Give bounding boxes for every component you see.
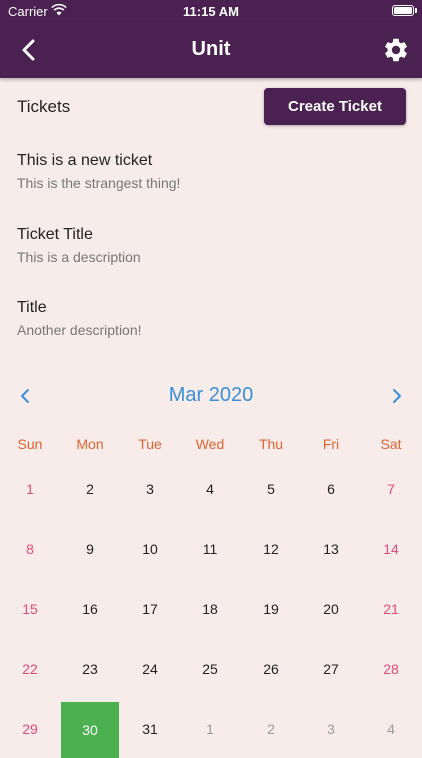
calendar-month-label: Mar 2020 [168,384,254,406]
ticket-item[interactable]: This is a new ticket This is the strange… [17,151,407,192]
nav-bar: Unit [0,22,422,78]
calendar-day[interactable]: 4 [181,465,239,513]
calendar-day[interactable]: 8 [1,525,59,573]
calendar-header: Mar 2020 [0,380,422,412]
calendar-day[interactable]: 5 [242,465,300,513]
ticket-description: This is a description [17,249,141,265]
create-ticket-button[interactable]: Create Ticket [264,88,406,125]
calendar-day[interactable]: 4 [362,705,420,753]
next-month-chevron-right-icon[interactable] [387,384,407,408]
calendar-day[interactable]: 11 [181,525,239,573]
calendar-day[interactable]: 3 [302,705,360,753]
weekday-label: Tue [138,436,162,452]
ticket-item[interactable]: Ticket Title This is a description [17,225,407,266]
calendar-day[interactable]: 6 [302,465,360,513]
calendar-day[interactable]: 25 [181,645,239,693]
ticket-item[interactable]: Title Another description! [17,298,407,339]
weekday-label: Wed [195,436,225,452]
calendar-day[interactable]: 27 [302,645,360,693]
calendar-day[interactable]: 1 [1,465,59,513]
tickets-label: Tickets [17,97,71,116]
weekday-label: Thu [258,436,284,452]
weekday-label: Fri [322,436,340,452]
ticket-title: Ticket Title [17,226,93,243]
ticket-description: Another description! [17,322,142,338]
calendar-day[interactable]: 26 [242,645,300,693]
calendar-day[interactable]: 22 [1,645,59,693]
ticket-description: This is the strangest thing! [17,175,181,191]
calendar-day[interactable]: 21 [362,585,420,633]
calendar-day[interactable]: 14 [362,525,420,573]
calendar-day[interactable]: 2 [242,705,300,753]
weekday-label: Sun [17,436,43,452]
status-time: 11:15 AM [183,4,239,19]
calendar-day[interactable]: 23 [61,645,119,693]
calendar-day[interactable]: 17 [121,585,179,633]
calendar-day[interactable]: 24 [121,645,179,693]
weekday-label: Sat [380,436,402,452]
tickets-header: Tickets Create Ticket [0,78,422,134]
calendar-day[interactable]: 28 [362,645,420,693]
calendar-day[interactable]: 15 [1,585,59,633]
calendar-day[interactable]: 2 [61,465,119,513]
calendar-day[interactable]: 19 [242,585,300,633]
calendar-day[interactable]: 18 [181,585,239,633]
page-title: Unit [191,38,231,60]
calendar-day[interactable]: 1 [181,705,239,753]
calendar-day[interactable]: 9 [61,525,119,573]
calendar-day[interactable]: 7 [362,465,420,513]
calendar-day[interactable]: 16 [61,585,119,633]
calendar-day[interactable]: 31 [121,705,179,753]
ticket-title: This is a new ticket [17,152,153,169]
weekday-row: Sun Mon Tue Wed Thu Fri Sat [0,436,422,456]
calendar-day[interactable]: 29 [1,705,59,753]
weekday-label: Mon [76,436,104,452]
calendar-day[interactable]: 20 [302,585,360,633]
status-bar: Carrier 11:15 AM [0,0,422,22]
calendar-day[interactable]: 13 [302,525,360,573]
calendar-day[interactable]: 3 [121,465,179,513]
battery-tip [415,8,417,13]
calendar-day[interactable]: 10 [121,525,179,573]
ticket-title: Title [17,299,47,316]
battery-icon [392,5,414,16]
gear-icon[interactable] [382,36,410,64]
calendar-day[interactable]: 12 [242,525,300,573]
